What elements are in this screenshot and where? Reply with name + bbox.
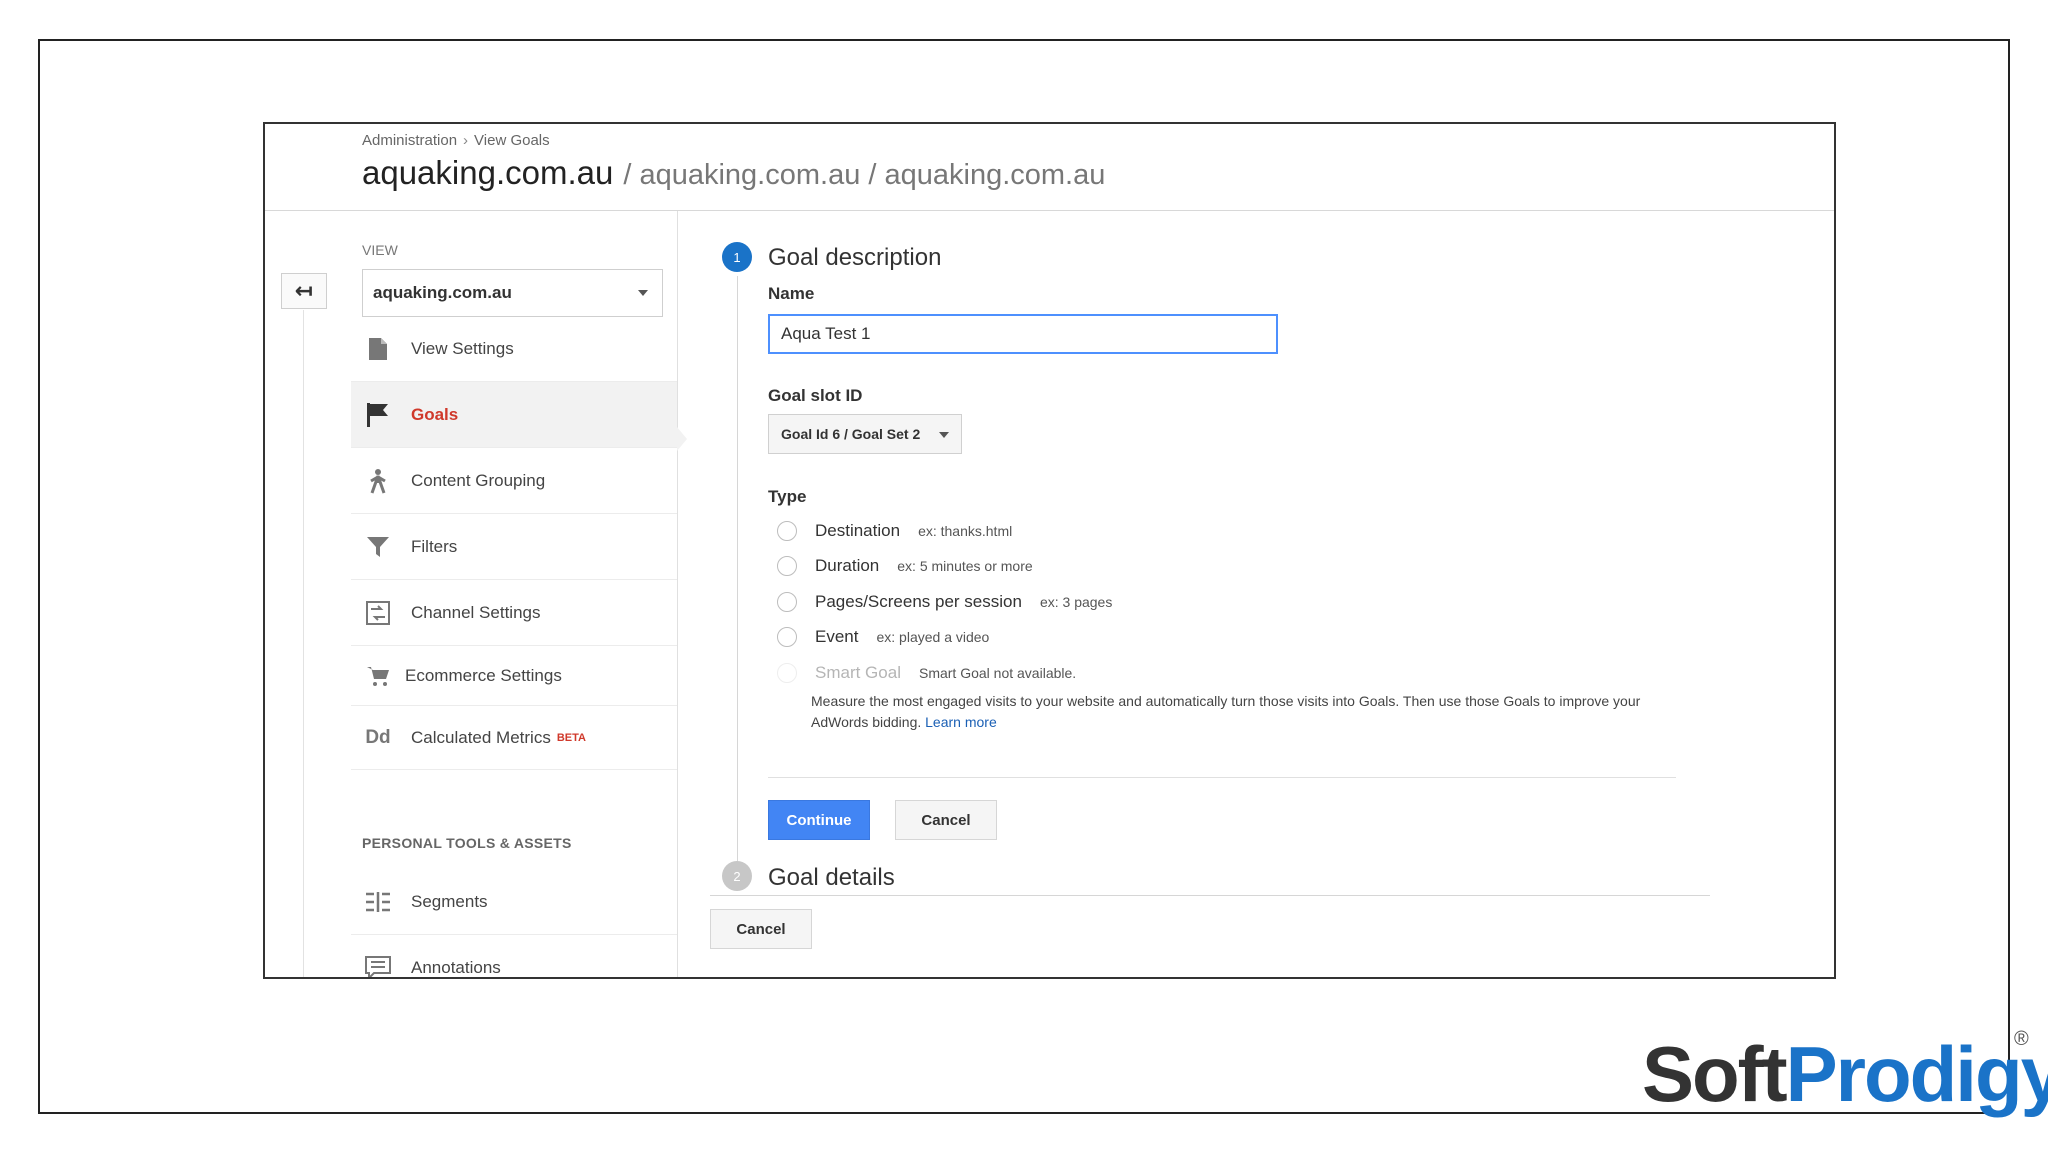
goal-details-title: Goal details bbox=[768, 864, 895, 891]
sidebar-item-view-settings[interactable]: View Settings bbox=[351, 316, 677, 382]
cancel-button[interactable]: Cancel bbox=[895, 800, 997, 840]
name-label: Name bbox=[768, 284, 815, 303]
smart-goal-description: Measure the most engaged visits to your … bbox=[811, 691, 1691, 733]
registered-mark: ® bbox=[2014, 1028, 2029, 1050]
person-walking-icon bbox=[363, 466, 393, 496]
goal-slot-select[interactable]: Goal Id 6 / Goal Set 2 bbox=[768, 414, 962, 454]
step-connector-line bbox=[737, 276, 738, 874]
details-divider bbox=[710, 895, 1710, 896]
softprodigy-logo: SoftProdigy ® bbox=[1642, 1029, 2048, 1113]
form-divider bbox=[768, 777, 1676, 778]
sidebar-item-annotations[interactable]: Annotations bbox=[351, 935, 677, 977]
logo-text-prodigy: Prodigy bbox=[1785, 1030, 2048, 1118]
back-button[interactable]: ↤ bbox=[281, 273, 327, 309]
radio-button[interactable] bbox=[777, 521, 797, 541]
footer-cancel-button[interactable]: Cancel bbox=[710, 909, 812, 949]
step-1-indicator: 1 bbox=[722, 242, 752, 272]
learn-more-link[interactable]: Learn more bbox=[925, 714, 997, 730]
document-icon bbox=[363, 334, 393, 364]
breadcrumb: Administration › View Goals bbox=[362, 132, 550, 149]
sidebar-item-calculated-metrics[interactable]: Dd Calculated Metrics BETA bbox=[351, 706, 677, 770]
back-arrow-icon: ↤ bbox=[294, 278, 314, 303]
sidebar-item-label: Channel Settings bbox=[411, 602, 541, 622]
type-option-label: Destination bbox=[815, 521, 901, 540]
beta-badge: BETA bbox=[556, 731, 586, 744]
dd-icon: Dd bbox=[365, 726, 391, 748]
type-option-label: Event bbox=[815, 627, 859, 646]
personal-tools-header: PERSONAL TOOLS & ASSETS bbox=[362, 835, 572, 851]
annotation-icon bbox=[363, 953, 393, 977]
type-option-hint: ex: 5 minutes or more bbox=[897, 558, 1033, 574]
step-2-indicator: 2 bbox=[722, 861, 752, 891]
goal-slot-value: Goal Id 6 / Goal Set 2 bbox=[781, 426, 921, 442]
page-title: aquaking.com.au / aquaking.com.au / aquak… bbox=[362, 154, 1105, 192]
breadcrumb-view-goals[interactable]: View Goals bbox=[474, 132, 550, 149]
filter-icon bbox=[363, 532, 393, 562]
chevron-down-icon bbox=[638, 290, 648, 296]
property-view-path: / aquaking.com.au / aquaking.com.au bbox=[623, 159, 1106, 191]
view-select[interactable]: aquaking.com.au bbox=[362, 269, 663, 317]
sidebar-item-channel-settings[interactable]: Channel Settings bbox=[351, 580, 677, 646]
back-column-line bbox=[303, 310, 304, 977]
active-item-pointer bbox=[677, 427, 687, 451]
sidebar-item-label: Calculated Metrics bbox=[411, 727, 551, 747]
sidebar-item-label: View Settings bbox=[411, 338, 514, 358]
chevron-down-icon bbox=[939, 432, 949, 438]
goal-slot-label: Goal slot ID bbox=[768, 386, 863, 405]
sidebar-item-label: Content Grouping bbox=[411, 470, 546, 490]
type-option-smart-goal: Smart Goal Smart Goal not available. bbox=[777, 663, 1076, 683]
segments-icon bbox=[363, 887, 393, 917]
breadcrumb-separator: › bbox=[463, 132, 469, 149]
radio-button[interactable] bbox=[777, 627, 797, 647]
type-option-event[interactable]: Event ex: played a video bbox=[777, 627, 989, 647]
continue-button[interactable]: Continue bbox=[768, 800, 870, 840]
account-title: aquaking.com.au bbox=[362, 154, 614, 191]
cart-icon bbox=[363, 661, 393, 691]
analytics-admin-screenshot: Administration › View Goals aquaking.com.a… bbox=[263, 122, 1836, 979]
view-label: VIEW bbox=[362, 242, 398, 258]
type-option-label: Duration bbox=[815, 556, 880, 575]
sidebar-item-filters[interactable]: Filters bbox=[351, 514, 677, 580]
radio-button[interactable] bbox=[777, 592, 797, 612]
flag-icon bbox=[363, 400, 393, 430]
radio-button-disabled bbox=[777, 663, 797, 683]
sidebar-item-label: Annotations bbox=[411, 958, 501, 977]
sidebar-item-content-grouping[interactable]: Content Grouping bbox=[351, 448, 677, 514]
logo-text-soft: Soft bbox=[1642, 1030, 1788, 1118]
sidebar-item-label: Ecommerce Settings bbox=[405, 665, 562, 685]
type-option-hint: Smart Goal not available. bbox=[918, 665, 1077, 681]
header-divider bbox=[265, 210, 1834, 211]
left-panel-border bbox=[677, 211, 678, 977]
goal-description-title: Goal description bbox=[768, 244, 942, 271]
sidebar-item-label: Filters bbox=[411, 536, 458, 556]
channel-icon bbox=[363, 598, 393, 628]
sidebar-item-label: Segments bbox=[411, 891, 488, 911]
type-option-hint: ex: 3 pages bbox=[1039, 594, 1113, 610]
sidebar-item-segments[interactable]: Segments bbox=[351, 869, 677, 935]
goal-name-input[interactable] bbox=[768, 314, 1278, 354]
view-select-value: aquaking.com.au bbox=[373, 283, 512, 302]
type-option-label: Pages/Screens per session bbox=[815, 592, 1022, 611]
sidebar-item-label: Goals bbox=[411, 404, 459, 424]
type-option-hint: ex: thanks.html bbox=[918, 523, 1013, 539]
radio-button[interactable] bbox=[777, 556, 797, 576]
sidebar-item-goals[interactable]: Goals bbox=[351, 382, 677, 448]
type-option-hint: ex: played a video bbox=[876, 629, 990, 645]
breadcrumb-administration[interactable]: Administration bbox=[362, 132, 457, 149]
type-option-duration[interactable]: Duration ex: 5 minutes or more bbox=[777, 556, 1033, 576]
type-option-pages-per-session[interactable]: Pages/Screens per session ex: 3 pages bbox=[777, 592, 1112, 612]
sidebar-item-ecommerce-settings[interactable]: Ecommerce Settings bbox=[351, 646, 677, 706]
type-label: Type bbox=[768, 487, 807, 506]
type-option-label: Smart Goal bbox=[815, 663, 901, 682]
type-option-destination[interactable]: Destination ex: thanks.html bbox=[777, 521, 1012, 541]
